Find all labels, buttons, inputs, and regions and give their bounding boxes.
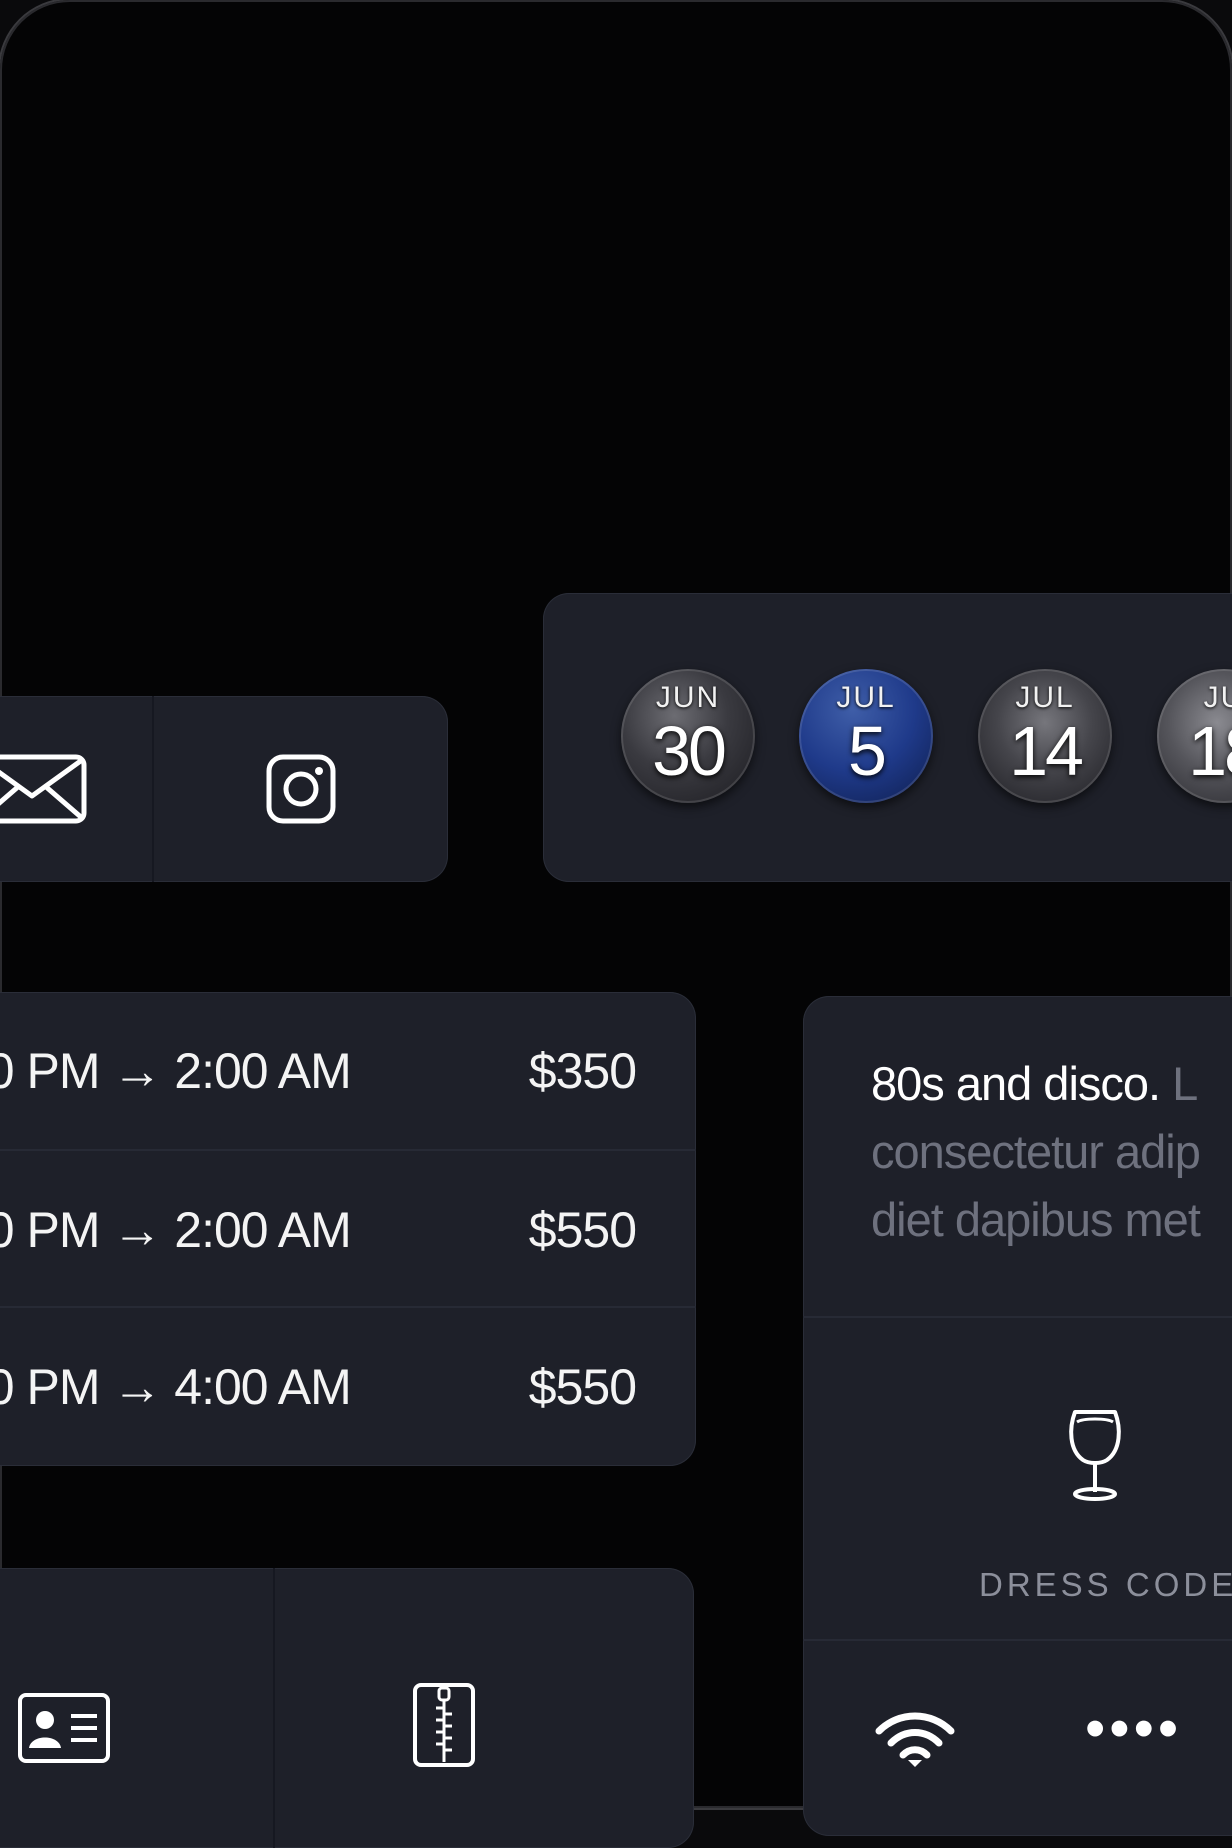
price: $550 [528, 1202, 637, 1258]
price: $550 [528, 1359, 637, 1415]
dress-code-label: DRESS CODE [979, 1566, 1232, 1603]
event-info-card: 80s and disco. L consectetur adip diet d… [803, 996, 1232, 1836]
id-requirement[interactable] [0, 1568, 273, 1848]
divider [803, 1316, 1232, 1318]
pricing-row[interactable]: 00 PM → 2:00 AM $350 [0, 992, 696, 1149]
time-range: 00 PM → 4:00 AM [0, 1359, 352, 1415]
wine-glass-icon [1069, 1410, 1121, 1501]
wifi-row[interactable]: •••• [803, 1641, 1232, 1836]
date-option[interactable]: JUN 30 [621, 669, 755, 803]
pricing-row[interactable]: 00 PM → 2:00 AM $550 [0, 1149, 696, 1308]
pricing-row[interactable]: 00 PM → 4:00 AM $550 [0, 1306, 696, 1465]
id-card-icon [18, 1693, 110, 1763]
description-headline: 80s and disco. [871, 1057, 1161, 1110]
date-picker-card: JUN 30 JUL 5 JUL 14 JU 18 [543, 593, 1232, 882]
date-day: 5 [848, 712, 887, 790]
event-description: 80s and disco. L consectetur adip diet d… [871, 1050, 1232, 1254]
instagram-link[interactable] [154, 696, 448, 882]
documents-card [0, 1568, 694, 1848]
description-text: diet dapibus met [871, 1193, 1201, 1246]
price: $350 [528, 1043, 637, 1099]
date-month: JUL [1015, 681, 1075, 714]
description-text: consectetur adip [871, 1125, 1201, 1178]
time-range: 00 PM → 2:00 AM [0, 1043, 352, 1099]
date-month: JUL [836, 681, 896, 714]
date-option[interactable]: JU 18 [1157, 669, 1232, 803]
date-month: JU [1203, 681, 1232, 714]
description-text: L [1160, 1057, 1198, 1110]
table-pricing-card: 00 PM → 2:00 AM $350 00 PM → 2:00 AM $55… [0, 992, 696, 1466]
date-day: 18 [1188, 712, 1232, 790]
instagram-icon [266, 754, 336, 824]
zip-file-icon [413, 1683, 475, 1767]
wifi-icon [875, 1712, 955, 1767]
date-option-selected[interactable]: JUL 5 [799, 669, 933, 803]
time-range: 00 PM → 2:00 AM [0, 1202, 352, 1258]
wifi-password: •••• [1085, 1696, 1183, 1761]
social-links-card [0, 696, 448, 882]
email-link[interactable] [0, 696, 152, 882]
date-option[interactable]: JUL 14 [978, 669, 1112, 803]
date-day: 30 [652, 712, 727, 790]
date-day: 14 [1009, 712, 1084, 790]
files-download[interactable] [275, 1568, 694, 1848]
mail-icon [0, 754, 87, 824]
date-month: JUN [655, 681, 721, 714]
